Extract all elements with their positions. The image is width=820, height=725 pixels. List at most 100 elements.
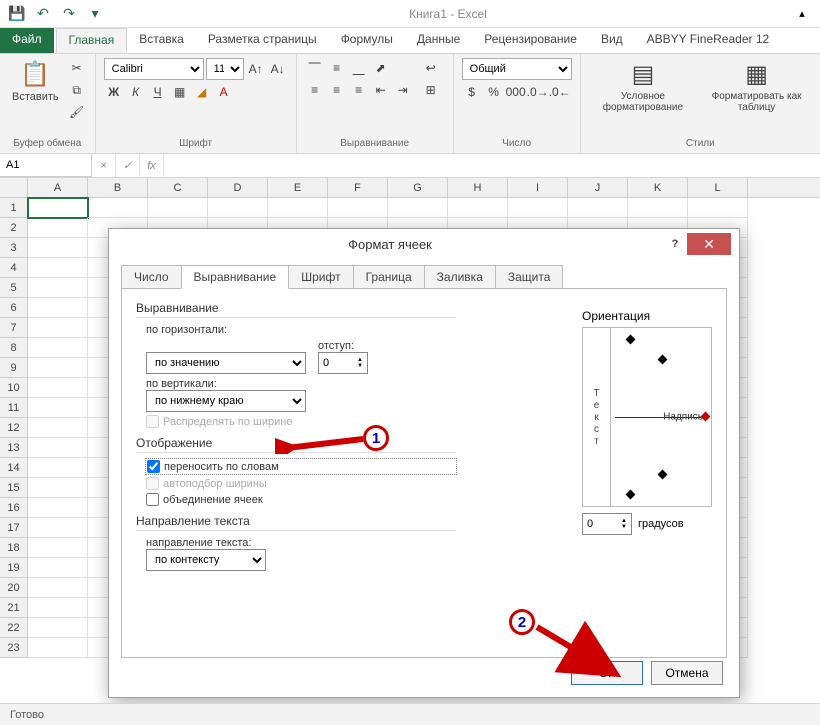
cell[interactable] [88, 198, 148, 218]
vertical-align-combo[interactable]: по нижнему краю [146, 390, 306, 412]
redo-icon[interactable]: ↷ [58, 3, 80, 25]
currency-icon[interactable]: $ [462, 82, 482, 102]
italic-button[interactable]: К [126, 82, 146, 102]
dialog-tab-border[interactable]: Граница [353, 265, 425, 288]
tab-layout[interactable]: Разметка страницы [196, 28, 329, 53]
row-header[interactable]: 7 [0, 318, 28, 338]
tab-file[interactable]: Файл [0, 28, 54, 53]
row-header[interactable]: 17 [0, 518, 28, 538]
dialog-tab-fill[interactable]: Заливка [424, 265, 496, 288]
cell[interactable] [148, 198, 208, 218]
fx-icon[interactable]: fx [140, 154, 164, 177]
ribbon-collapse-icon[interactable]: ▴ [790, 2, 814, 26]
save-icon[interactable]: 💾 [6, 3, 28, 25]
font-color-icon[interactable]: A [214, 82, 234, 102]
ok-button[interactable]: ОК [571, 661, 643, 685]
row-header[interactable]: 11 [0, 398, 28, 418]
col-header[interactable]: J [568, 178, 628, 197]
row-header[interactable]: 14 [0, 458, 28, 478]
dialog-tab-number[interactable]: Число [121, 265, 182, 288]
row-header[interactable]: 2 [0, 218, 28, 238]
cell[interactable] [628, 198, 688, 218]
dialog-close-button[interactable]: ✕ [687, 233, 731, 255]
cell[interactable] [28, 218, 88, 238]
tab-view[interactable]: Вид [589, 28, 635, 53]
cell[interactable] [28, 618, 88, 638]
format-as-table-button[interactable]: ▦ Форматировать как таблицу [701, 58, 812, 115]
cut-icon[interactable]: ✂ [67, 58, 87, 78]
cell[interactable] [28, 438, 88, 458]
dialog-help-button[interactable]: ? [663, 238, 687, 250]
select-all-corner[interactable] [0, 178, 28, 197]
align-right-icon[interactable]: ≡ [349, 80, 369, 100]
degrees-spinner[interactable]: 0▲▼ [582, 513, 632, 535]
conditional-formatting-button[interactable]: ▤ Условное форматирование [589, 58, 698, 115]
row-header[interactable]: 1 [0, 198, 28, 218]
col-header[interactable]: F [328, 178, 388, 197]
cell[interactable] [28, 238, 88, 258]
tab-data[interactable]: Данные [405, 28, 472, 53]
undo-icon[interactable]: ↶ [32, 3, 54, 25]
underline-button[interactable]: Ч [148, 82, 168, 102]
row-header[interactable]: 19 [0, 558, 28, 578]
decrease-indent-icon[interactable]: ⇤ [371, 80, 391, 100]
row-header[interactable]: 9 [0, 358, 28, 378]
vertical-text-button[interactable]: Текст [583, 328, 611, 506]
cell[interactable] [208, 198, 268, 218]
indent-spinner[interactable]: 0▲▼ [318, 352, 368, 374]
merge-cells-icon[interactable]: ⊞ [417, 80, 445, 100]
col-header[interactable]: G [388, 178, 448, 197]
percent-icon[interactable]: % [484, 82, 504, 102]
cell[interactable] [268, 198, 328, 218]
increase-decimal-icon[interactable]: .0→ [528, 82, 548, 102]
cancel-formula-icon[interactable]: × [92, 154, 116, 177]
grow-font-icon[interactable]: A↑ [246, 59, 266, 79]
row-header[interactable]: 23 [0, 638, 28, 658]
cell[interactable] [28, 458, 88, 478]
col-header[interactable]: E [268, 178, 328, 197]
col-header[interactable]: C [148, 178, 208, 197]
tab-formulas[interactable]: Формулы [329, 28, 405, 53]
cell[interactable] [28, 478, 88, 498]
cell[interactable] [28, 418, 88, 438]
align-middle-icon[interactable]: ≡ [327, 58, 347, 78]
row-header[interactable]: 13 [0, 438, 28, 458]
horizontal-align-combo[interactable]: по значению [146, 352, 306, 374]
copy-icon[interactable]: ⧉ [67, 80, 87, 100]
cell[interactable] [28, 518, 88, 538]
align-bottom-icon[interactable]: ⎽ [349, 58, 369, 78]
tab-review[interactable]: Рецензирование [472, 28, 589, 53]
cancel-button[interactable]: Отмена [651, 661, 723, 685]
cell[interactable] [28, 498, 88, 518]
row-header[interactable]: 20 [0, 578, 28, 598]
cell[interactable] [28, 338, 88, 358]
cell[interactable] [28, 318, 88, 338]
orientation-icon[interactable]: ⬈ [371, 58, 391, 78]
cell[interactable] [28, 378, 88, 398]
tab-home[interactable]: Главная [56, 28, 128, 53]
row-header[interactable]: 16 [0, 498, 28, 518]
name-box[interactable]: A1 [0, 154, 92, 177]
col-header[interactable]: A [28, 178, 88, 197]
align-center-icon[interactable]: ≡ [327, 80, 347, 100]
qat-dropdown-icon[interactable]: ▾ [84, 3, 106, 25]
wrap-text-icon[interactable]: ↩ [417, 58, 445, 78]
cell[interactable] [688, 198, 748, 218]
row-header[interactable]: 3 [0, 238, 28, 258]
borders-icon[interactable]: ▦ [170, 82, 190, 102]
cell[interactable] [28, 598, 88, 618]
cell[interactable] [28, 278, 88, 298]
merge-cells-checkbox[interactable]: объединение ячеек [146, 493, 456, 506]
orientation-dial[interactable]: Текст Надпись [582, 327, 712, 507]
cell[interactable] [388, 198, 448, 218]
align-left-icon[interactable]: ≡ [305, 80, 325, 100]
tab-abbyy[interactable]: ABBYY FineReader 12 [635, 28, 782, 53]
row-header[interactable]: 6 [0, 298, 28, 318]
row-header[interactable]: 21 [0, 598, 28, 618]
formula-input[interactable] [164, 154, 820, 177]
row-header[interactable]: 15 [0, 478, 28, 498]
shrink-font-icon[interactable]: A↓ [268, 59, 288, 79]
row-header[interactable]: 10 [0, 378, 28, 398]
row-header[interactable]: 18 [0, 538, 28, 558]
cell[interactable] [28, 578, 88, 598]
